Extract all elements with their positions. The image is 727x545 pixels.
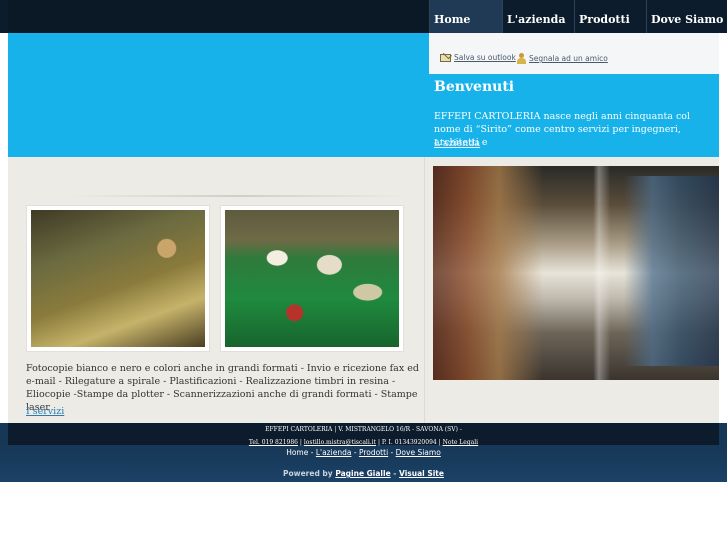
- user-icon: [517, 53, 526, 64]
- header-banner: [8, 33, 429, 157]
- main-content: Fotocopie bianco e nero e colori anche i…: [8, 157, 719, 423]
- column-divider: [424, 157, 425, 423]
- footer-separator: |: [438, 439, 441, 446]
- footer-separator: |: [299, 439, 302, 446]
- services-link[interactable]: I servizi: [26, 406, 64, 417]
- header-logo-area: [8, 0, 428, 33]
- powered-by-label: Powered by: [283, 469, 333, 478]
- recommend-link[interactable]: Segnala ad un amico: [517, 53, 608, 64]
- footer-contacts: Tel. 019 821986 | lostillo.mistra@tiscal…: [0, 439, 727, 446]
- visual-site-link[interactable]: Visual Site: [399, 469, 444, 478]
- gallery-image-2[interactable]: [220, 205, 404, 352]
- gallery-image-1[interactable]: [26, 205, 210, 352]
- pagine-gialle-link[interactable]: Pagine Gialle: [335, 469, 390, 478]
- footer-phone[interactable]: Tel. 019 821986: [249, 439, 298, 446]
- recommend-label: Segnala ad un amico: [529, 54, 608, 63]
- footer-powered: Powered by Pagine Gialle - Visual Site: [0, 469, 727, 478]
- footer-nav-azienda[interactable]: L'azienda: [316, 448, 352, 457]
- welcome-box: Benvenuti EFFEPI CARTOLERIA nasce negli …: [429, 74, 719, 157]
- nav-azienda[interactable]: L'azienda: [502, 0, 574, 33]
- main-nav: Home L'azienda Prodotti Dove Siamo: [429, 0, 726, 33]
- divider: [68, 195, 408, 197]
- services-description: Fotocopie bianco e nero e colori anche i…: [26, 363, 419, 413]
- footer-nav-sep: -: [310, 448, 314, 457]
- pens-display-photo: [225, 210, 399, 347]
- shop-interior-photo: [433, 166, 719, 380]
- footer-nav: Home - L'azienda - Prodotti - Dove Siamo: [0, 448, 727, 457]
- footer-legal-link[interactable]: Note Legali: [443, 439, 479, 446]
- save-outlook-link[interactable]: Salva su outlook: [440, 53, 516, 62]
- footer-vat: P. I. 01343920094: [381, 439, 437, 446]
- footer-nav-sep: -: [353, 448, 357, 457]
- nav-dove-siamo[interactable]: Dove Siamo: [646, 0, 726, 33]
- side-tools: Salva su outlook Segnala ad un amico: [429, 33, 719, 74]
- azienda-link[interactable]: L'azienda: [434, 138, 480, 149]
- footer-nav-home[interactable]: Home: [286, 448, 308, 457]
- powered-sep: -: [393, 469, 397, 478]
- nav-home[interactable]: Home: [429, 0, 502, 33]
- footer-nav-prodotti[interactable]: Prodotti: [359, 448, 388, 457]
- footer-nav-dove-siamo[interactable]: Dove Siamo: [396, 448, 441, 457]
- envelope-icon: [440, 53, 451, 62]
- footer-nav-sep: -: [390, 448, 394, 457]
- nav-prodotti[interactable]: Prodotti: [574, 0, 646, 33]
- stationery-display-photo: [31, 210, 205, 347]
- save-outlook-label: Salva su outlook: [454, 53, 516, 62]
- welcome-title: Benvenuti: [434, 79, 515, 95]
- top-bar: Home L'azienda Prodotti Dove Siamo: [0, 0, 727, 33]
- footer-address: EFFEPI CARTOLERIA | V. MISTRANGELO 16/R …: [265, 426, 462, 433]
- footer-email[interactable]: lostillo.mistra@tiscali.it: [304, 439, 376, 446]
- footer-separator: |: [377, 439, 380, 446]
